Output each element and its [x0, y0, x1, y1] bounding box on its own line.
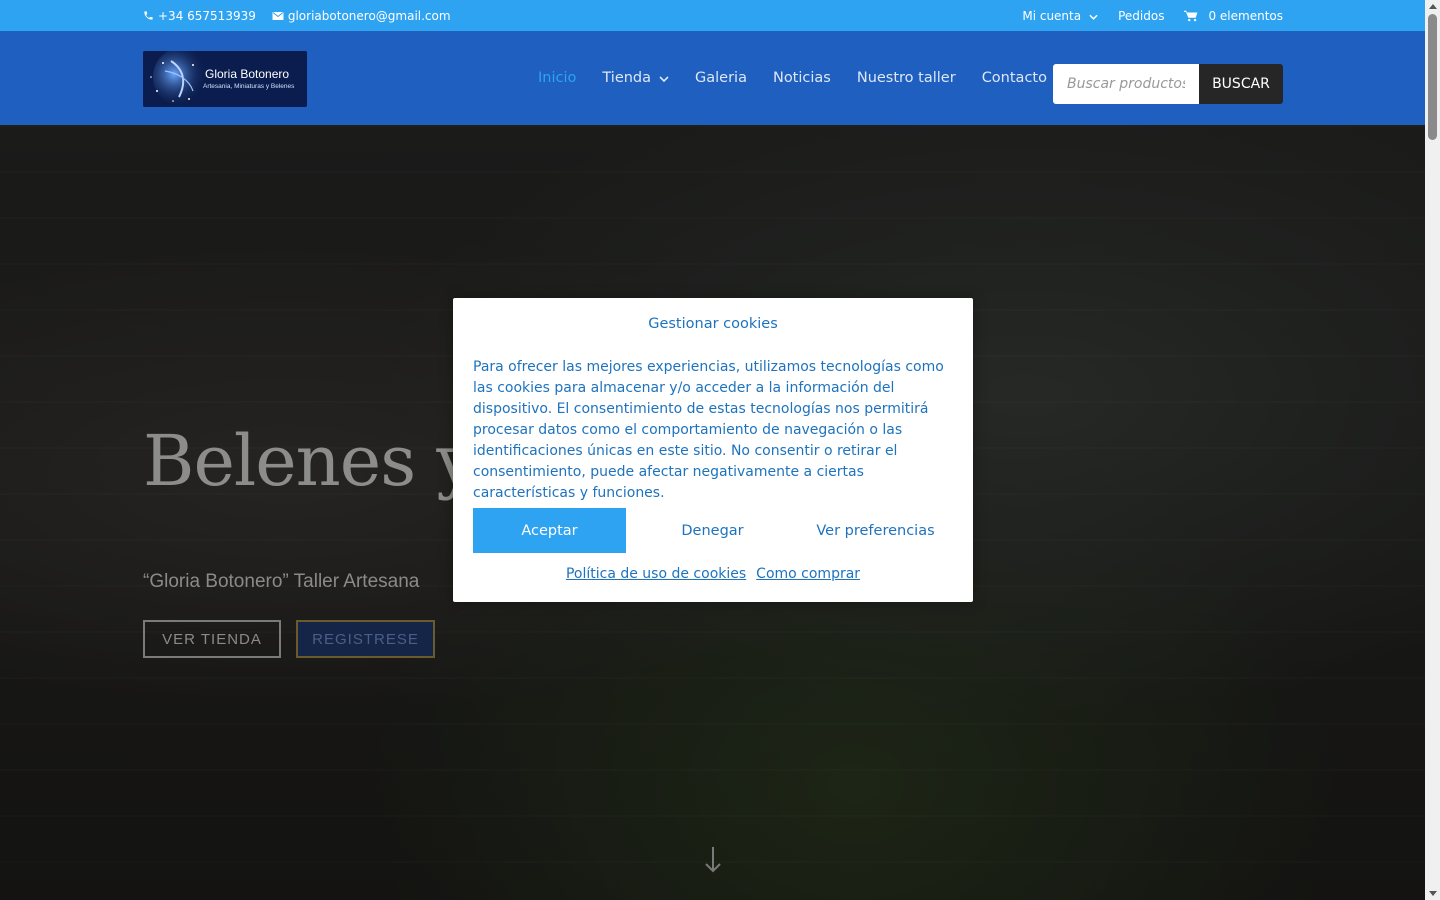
product-search: BUSCAR — [1053, 64, 1283, 104]
phone-text: +34 657513939 — [158, 8, 256, 23]
my-account-label: Mi cuenta — [1022, 8, 1082, 23]
site-logo[interactable]: Gloria Botonero Artesania, Miniaturas y … — [143, 51, 307, 107]
cart-link[interactable]: 0 elementos — [1184, 9, 1283, 23]
nav-noticias[interactable]: Noticias — [773, 70, 831, 86]
email-text: gloriabotonero@gmail.com — [287, 8, 451, 23]
nav-tienda[interactable]: Tienda — [602, 70, 669, 86]
contact-info: +34 657513939 gloriabotonero@gmail.com — [143, 0, 451, 31]
nav-tienda-label: Tienda — [602, 70, 652, 86]
cart-count: 0 elementos — [1208, 8, 1283, 23]
cookie-dialog-title: Gestionar cookies — [648, 316, 778, 332]
how-to-buy-link[interactable]: Como comprar — [756, 566, 860, 582]
nav-nuestro-taller[interactable]: Nuestro taller — [857, 70, 956, 86]
cookie-consent-dialog: Gestionar cookies Para ofrecer las mejor… — [453, 298, 973, 602]
search-button[interactable]: BUSCAR — [1199, 64, 1283, 104]
chevron-down-icon — [659, 70, 669, 86]
view-preferences-button[interactable]: Ver preferencias — [799, 508, 952, 553]
main-nav: Inicio Tienda Galeria Noticias Nuestro t… — [538, 31, 1047, 125]
nav-contacto[interactable]: Contacto — [982, 70, 1047, 86]
cart-icon — [1184, 10, 1198, 22]
cookie-policy-link[interactable]: Política de uso de cookies — [566, 566, 746, 582]
orders-link[interactable]: Pedidos — [1118, 9, 1164, 23]
phone-icon — [143, 10, 154, 21]
main-header: Gloria Botonero Artesania, Miniaturas y … — [0, 31, 1425, 125]
hero-title: Belenes y — [143, 420, 476, 502]
logo-tagline: Artesania, Miniaturas y Belenes — [203, 83, 295, 90]
phone-link[interactable]: +34 657513939 — [143, 9, 256, 23]
deny-cookies-button[interactable]: Denegar — [636, 508, 789, 553]
page-scrollbar[interactable] — [1425, 0, 1440, 900]
accept-cookies-button[interactable]: Aceptar — [473, 508, 626, 553]
my-account-link[interactable]: Mi cuenta — [1022, 9, 1098, 23]
cookie-links: Política de uso de cookies Como comprar — [453, 566, 973, 582]
top-bar: +34 657513939 gloriabotonero@gmail.com M… — [0, 0, 1425, 31]
arrow-down-icon[interactable] — [703, 845, 723, 883]
register-button[interactable]: REGISTRESE — [296, 620, 435, 658]
email-link[interactable]: gloriabotonero@gmail.com — [272, 9, 451, 23]
view-shop-button[interactable]: VER TIENDA — [143, 620, 281, 658]
email-icon — [272, 11, 284, 21]
nav-inicio[interactable]: Inicio — [538, 70, 576, 86]
account-links: Mi cuenta Pedidos 0 elementos — [1022, 0, 1283, 31]
chevron-down-icon — [1089, 9, 1098, 23]
hero-subtitle: “Gloria Botonero” Taller Artesana — [143, 571, 420, 592]
logo-name: Gloria Botonero — [205, 67, 290, 81]
search-input[interactable] — [1053, 64, 1199, 104]
scroll-up-icon[interactable] — [1429, 4, 1437, 9]
nav-galeria[interactable]: Galeria — [695, 70, 747, 86]
scrollbar-thumb[interactable] — [1428, 14, 1437, 140]
scroll-down-icon[interactable] — [1429, 891, 1437, 896]
cookie-dialog-text: Para ofrecer las mejores experiencias, u… — [473, 359, 944, 501]
